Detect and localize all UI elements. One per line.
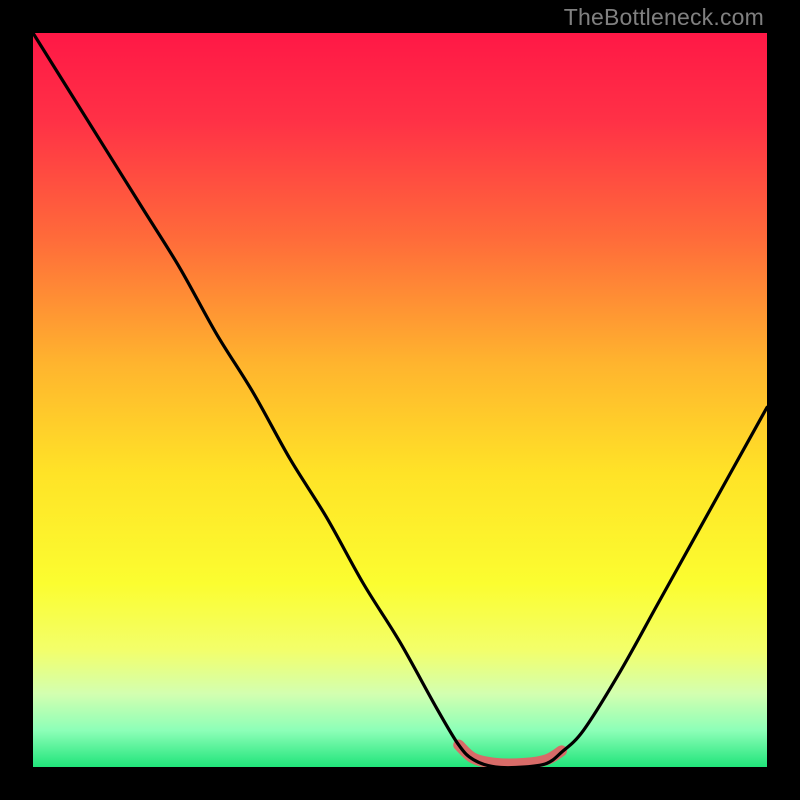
plot-area	[33, 33, 767, 767]
curve-layer	[33, 33, 767, 767]
watermark-text: TheBottleneck.com	[564, 4, 764, 31]
bottleneck-curve-line	[33, 33, 767, 767]
chart-frame: TheBottleneck.com	[0, 0, 800, 800]
